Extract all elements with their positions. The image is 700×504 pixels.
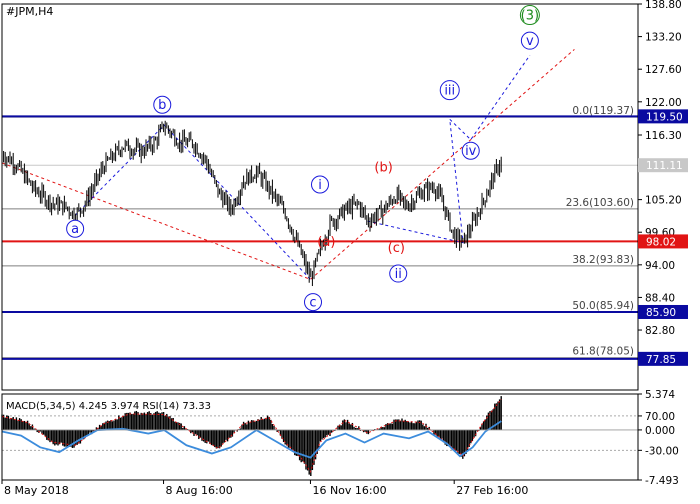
fib-label: 61.8(78.05): [572, 346, 634, 358]
level-label: 85.90: [646, 307, 676, 319]
wave-label: (a): [317, 235, 335, 250]
wave-label: iii: [444, 84, 455, 99]
wave-label: i: [318, 178, 322, 193]
x-tick-label: 27 Feb 16:00: [456, 484, 528, 497]
y-tick-label: 138.80: [645, 0, 682, 11]
macd-rsi-label: MACD(5,34,5) 4.245 3.974 RSI(14) 73.33: [6, 401, 211, 412]
x-tick-label: 16 Nov 16:00: [312, 484, 386, 497]
y-tick-label: 82.80: [645, 325, 675, 337]
current-price-label: 111.11: [646, 160, 683, 172]
wave-label: (b): [374, 161, 392, 176]
x-tick-label: 8 Aug 16:00: [166, 484, 233, 497]
y-tick-label: 133.20: [645, 32, 682, 44]
wave-label: (3): [521, 9, 539, 24]
y-tick-label: 116.30: [645, 130, 682, 142]
wave-label: ii: [395, 267, 402, 282]
wave-label: b: [158, 98, 166, 113]
y-tick-label: 127.60: [645, 64, 682, 76]
chart-area: 0.0(119.37) 23.6(103.60) 38.2(93.83) 50.0(8…: [0, 0, 700, 500]
wave-label: a: [71, 222, 79, 237]
fib-label: 0.0(119.37): [572, 105, 634, 117]
y-tick-label: 122.00: [645, 97, 682, 109]
level-label: 77.85: [646, 354, 676, 366]
wave-label: (c): [388, 241, 405, 256]
symbol-label: #JPM,H4: [6, 5, 53, 18]
macd-y-label: -30.00: [645, 445, 679, 457]
macd-y-label: 0.000: [645, 425, 675, 437]
macd-y-label: -7.493: [645, 475, 679, 487]
x-tick-label: 8 May 2018: [4, 484, 69, 497]
y-tick-label: 94.00: [645, 260, 675, 272]
wave-label: c: [309, 296, 316, 311]
fib-label: 38.2(93.83): [572, 254, 634, 266]
level-label: 98.02: [646, 236, 676, 248]
fib-label: 50.0(85.94): [572, 300, 634, 312]
chart-svg: 0.0(119.37) 23.6(103.60) 38.2(93.83) 50.0(8…: [0, 0, 700, 500]
y-tick-label: 88.40: [645, 292, 675, 304]
level-label: 119.50: [646, 111, 683, 123]
macd-y-label: 5.374: [645, 389, 675, 401]
y-tick-label: 105.20: [645, 195, 682, 207]
macd-y-label: 70.00: [645, 411, 675, 423]
wave-label: v: [526, 34, 534, 49]
fib-label: 23.6(103.60): [566, 197, 634, 209]
wave-label: iv: [465, 144, 477, 159]
